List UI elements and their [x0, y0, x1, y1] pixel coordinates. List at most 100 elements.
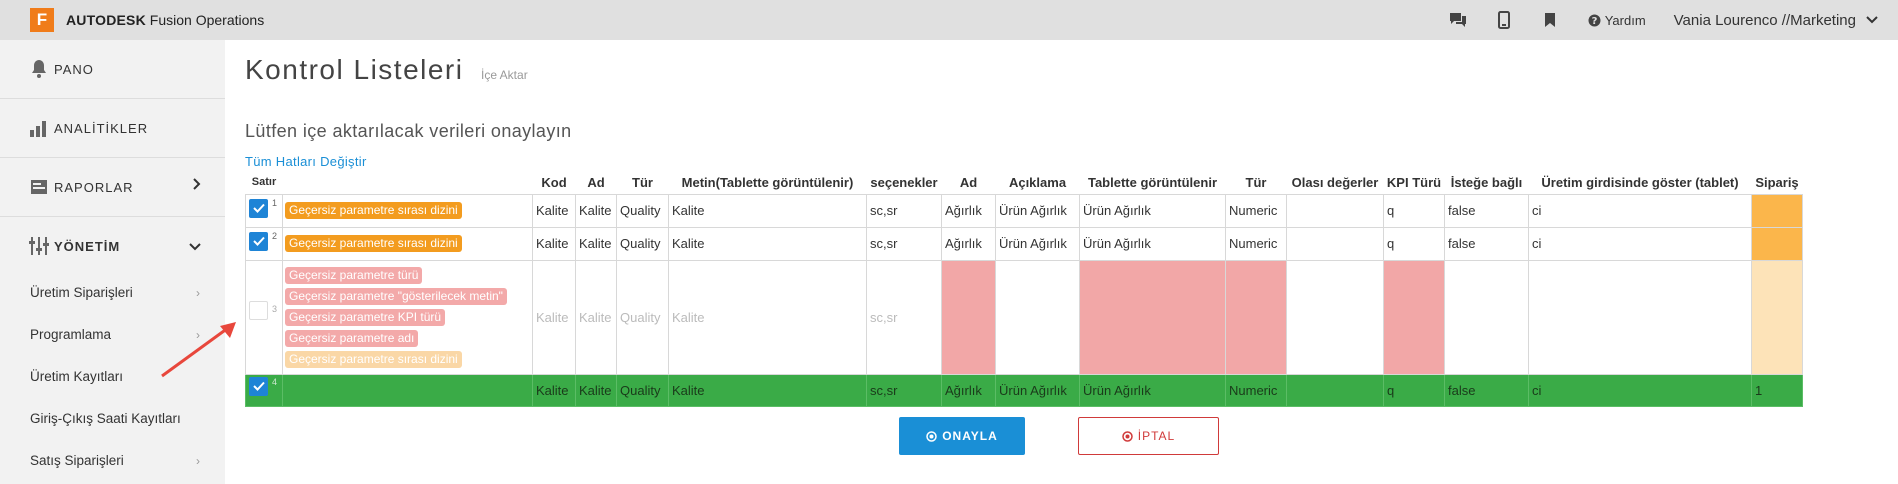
error-badge: Geçersiz parametre adı — [285, 329, 419, 347]
bar-chart-icon — [28, 117, 50, 139]
bell-icon — [28, 58, 50, 80]
table-row: 4 Kalite Kalite Quality Kalite sc,sr Ağı… — [245, 373, 1803, 407]
column-header: Satır — [251, 176, 277, 189]
row-number: 3 — [272, 303, 278, 314]
sidebar-subitem-sales-orders[interactable]: Satış Siparişleri › — [30, 453, 200, 468]
error-badge: Geçersiz parametre türü — [285, 266, 423, 284]
table-cell: Kalite — [575, 193, 617, 228]
row-select-cell: 3 — [245, 259, 283, 375]
table-cell: Ürün Ağırlık — [1079, 373, 1226, 407]
column-header: Açıklama — [1008, 174, 1067, 190]
error-cell: Geçersiz parametre sırası dizini — [282, 226, 533, 261]
table-cell: Ürün Ağırlık — [1079, 226, 1226, 261]
check-icon — [252, 236, 265, 246]
sidebar-subitem-label: Üretim Kayıtları — [30, 369, 124, 384]
row-checkbox[interactable] — [249, 300, 268, 320]
sidebar-item-reports[interactable]: RAPORLAR — [0, 158, 225, 216]
table-row: 3 Geçersiz parametre türü Geçersiz param… — [245, 259, 1803, 375]
page-title-sub: İçe Aktar — [481, 68, 528, 82]
sidebar-item-pano[interactable]: PANO — [0, 40, 225, 98]
table-cell: false — [1444, 226, 1529, 261]
cancel-button-label: İPTAL — [1137, 429, 1176, 443]
row-number: 4 — [272, 376, 278, 387]
table-cell — [1528, 259, 1752, 375]
table-header-row: Satır Kod Ad Tür Metin(Tablette görüntül… — [246, 171, 1803, 194]
sidebar-subitem-production-orders[interactable]: Üretim Siparişleri › — [30, 285, 200, 300]
table-cell: Kalite — [532, 193, 576, 228]
row-number: 2 — [272, 230, 278, 241]
table-cell: Kalite — [668, 226, 867, 261]
table-cell: Kalite — [575, 259, 617, 375]
chevron-right-icon: › — [196, 453, 200, 468]
column-header: Üretim girdisinde göster (tablet) — [1541, 174, 1739, 190]
row-number: 1 — [272, 197, 278, 208]
error-badge: Geçersiz parametre sırası dizini — [285, 202, 462, 219]
confirm-button-label: ONAYLA — [942, 429, 998, 443]
sidebar-subitem-label: Satış Siparişleri — [30, 453, 124, 468]
table-cell: Ağırlık — [941, 193, 996, 228]
table-cell: Quality — [616, 259, 669, 375]
table-cell: Kalite — [532, 226, 576, 261]
table-cell — [995, 259, 1080, 375]
cancel-circle-icon — [1122, 430, 1133, 442]
column-header: Tür — [1245, 174, 1267, 190]
table-cell: ci — [1528, 226, 1752, 261]
product-name: Fusion Operations — [149, 12, 265, 28]
user-menu[interactable]: Vania Lourenco //Marketing — [1674, 12, 1878, 29]
table-cell: Numeric — [1225, 226, 1287, 261]
table-cell: sc,sr — [866, 193, 942, 228]
cancel-button[interactable]: İPTAL — [1078, 417, 1219, 455]
sidebar-item-management[interactable]: YÖNETİM — [0, 217, 225, 275]
table-cell: sc,sr — [866, 226, 942, 261]
table-cell-invalid — [1079, 259, 1226, 375]
fusion-logo-icon[interactable]: F — [30, 8, 54, 32]
table-cell: sc,sr — [866, 259, 942, 375]
confirm-button[interactable]: ONAYLA — [899, 417, 1025, 455]
sidebar-item-analytics[interactable]: ANALİTİKLER — [0, 99, 225, 157]
help-link[interactable]: ? Yardım — [1588, 13, 1646, 28]
column-header: Kod — [541, 174, 567, 190]
error-badge: Geçersiz parametre sırası dizini — [285, 235, 462, 252]
chevron-right-icon — [193, 178, 201, 193]
chat-icon[interactable] — [1448, 10, 1468, 30]
bookmark-icon[interactable] — [1540, 10, 1560, 30]
table-cell: Quality — [616, 226, 669, 261]
table-cell — [1751, 193, 1803, 228]
column-header: Sipariş — [1755, 174, 1799, 190]
column-header — [283, 171, 533, 194]
change-all-lines-link[interactable]: Tüm Hatları Değiştir — [245, 154, 367, 169]
table-cell — [1286, 193, 1384, 228]
top-right-controls: ? Yardım Vania Lourenco //Marketing — [1448, 0, 1878, 40]
table-cell — [1286, 226, 1384, 261]
table-cell: Kalite — [668, 373, 867, 407]
table-cell — [1751, 259, 1803, 375]
sidebar-subitem-clock-records[interactable]: Giriş-Çıkış Saati Kayıtları — [30, 411, 200, 426]
sidebar: PANO ANALİTİKLER RAPORLAR YÖNETİM Üretim… — [0, 40, 225, 484]
row-checkbox[interactable] — [249, 231, 268, 251]
column-header: Olası değerler — [1291, 174, 1379, 190]
row-checkbox[interactable] — [249, 376, 268, 396]
table-cell-invalid — [1225, 259, 1287, 375]
table-cell: Quality — [616, 193, 669, 228]
row-checkbox[interactable] — [249, 198, 268, 218]
mobile-icon[interactable] — [1494, 10, 1514, 30]
table-cell: false — [1444, 193, 1529, 228]
column-header: Ad — [587, 174, 605, 190]
table-cell: Numeric — [1225, 373, 1287, 407]
row-select-cell: 1 — [245, 193, 283, 228]
sidebar-subitem-label: Giriş-Çıkış Saati Kayıtları — [30, 411, 181, 426]
table-cell — [1751, 226, 1803, 261]
brand-name: AUTODESK — [66, 12, 146, 28]
table-cell: q — [1383, 373, 1445, 407]
chevron-down-icon — [189, 239, 201, 254]
table-row: 1 Geçersiz parametre sırası dizini Kalit… — [245, 193, 1803, 228]
sidebar-subitem-label: Üretim Siparişleri — [30, 285, 133, 300]
table-cell: q — [1383, 193, 1445, 228]
table-cell: Kalite — [668, 259, 867, 375]
svg-text:?: ? — [1591, 16, 1597, 27]
table-cell-invalid — [1383, 259, 1445, 375]
table-cell: Kalite — [575, 373, 617, 407]
table-cell: Numeric — [1225, 193, 1287, 228]
check-icon — [252, 203, 265, 213]
chevron-down-icon — [1866, 16, 1878, 24]
